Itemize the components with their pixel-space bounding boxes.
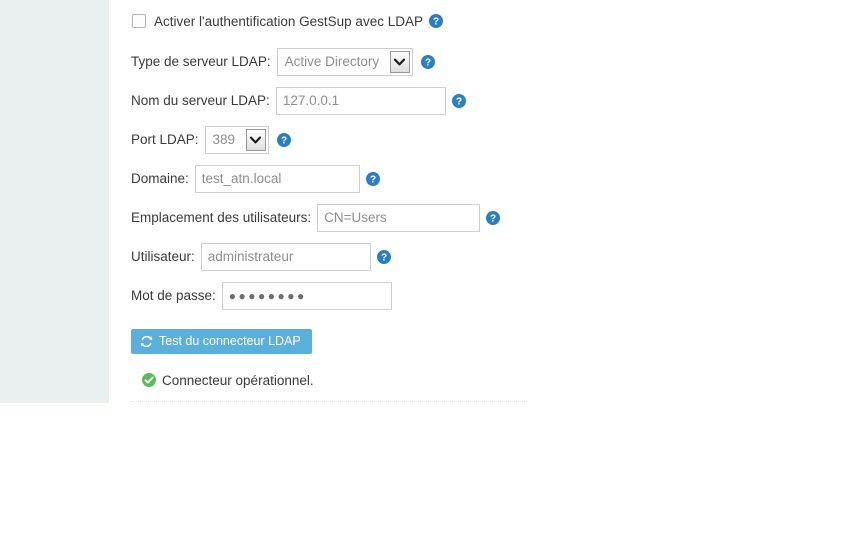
check-circle-icon [142,373,156,387]
password-row: Mot de passe: [131,276,831,315]
password-input[interactable] [221,281,392,310]
username-row: Utilisateur: ? [131,237,831,276]
left-sidebar-panel [0,0,109,403]
refresh-icon [140,335,153,348]
enable-ldap-label: Activer l'authentification GestSup avec … [154,13,423,29]
port-row: Port LDAP: 389 ? [131,120,831,159]
user-location-row: Emplacement des utilisateurs: ? [131,198,831,237]
domain-label: Domaine: [131,170,189,186]
port-select[interactable]: 389 [204,125,269,154]
server-name-input[interactable] [275,86,446,115]
enable-ldap-checkbox[interactable] [132,14,146,28]
server-type-value: Active Directory [284,54,380,69]
svg-text:?: ? [456,96,462,107]
ldap-settings-form: Activer l'authentification GestSup avec … [131,0,831,397]
user-location-input[interactable] [317,203,481,232]
server-type-label: Type de serveur LDAP: [131,53,271,69]
svg-text:?: ? [381,252,387,263]
domain-input[interactable] [194,164,360,193]
help-circle-icon[interactable]: ? [365,171,380,186]
help-circle-icon[interactable]: ? [451,93,466,108]
chevron-down-icon[interactable] [389,50,410,73]
svg-text:?: ? [370,174,376,185]
svg-text:?: ? [490,213,496,224]
help-circle-icon[interactable]: ? [486,210,501,225]
server-type-select[interactable]: Active Directory [276,47,413,76]
svg-text:?: ? [425,57,431,68]
server-type-row: Type de serveur LDAP: Active Directory ? [131,42,831,81]
connector-status-row: Connecteur opérationnel. [131,363,831,397]
svg-text:?: ? [280,135,286,146]
section-separator [131,401,527,402]
password-label: Mot de passe: [131,287,216,303]
test-button-row: Test du connecteur LDAP [131,315,831,363]
user-location-label: Emplacement des utilisateurs: [131,209,312,225]
username-label: Utilisateur: [131,248,195,264]
help-circle-icon[interactable]: ? [276,132,291,147]
port-label: Port LDAP: [131,131,199,147]
domain-row: Domaine: ? [131,159,831,198]
help-circle-icon[interactable]: ? [376,249,391,264]
connector-status-text: Connecteur opérationnel. [162,372,314,388]
chevron-down-icon[interactable] [245,128,266,151]
username-input[interactable] [200,242,371,271]
svg-text:?: ? [433,17,439,28]
help-circle-icon[interactable]: ? [420,54,435,69]
enable-ldap-row: Activer l'authentification GestSup avec … [131,0,831,42]
help-circle-icon[interactable]: ? [428,14,443,28]
server-name-label: Nom du serveur LDAP: [131,92,270,108]
server-name-row: Nom du serveur LDAP: ? [131,81,831,120]
port-value: 389 [212,132,236,147]
test-ldap-connector-button[interactable]: Test du connecteur LDAP [131,328,312,354]
test-button-label: Test du connecteur LDAP [159,334,301,348]
